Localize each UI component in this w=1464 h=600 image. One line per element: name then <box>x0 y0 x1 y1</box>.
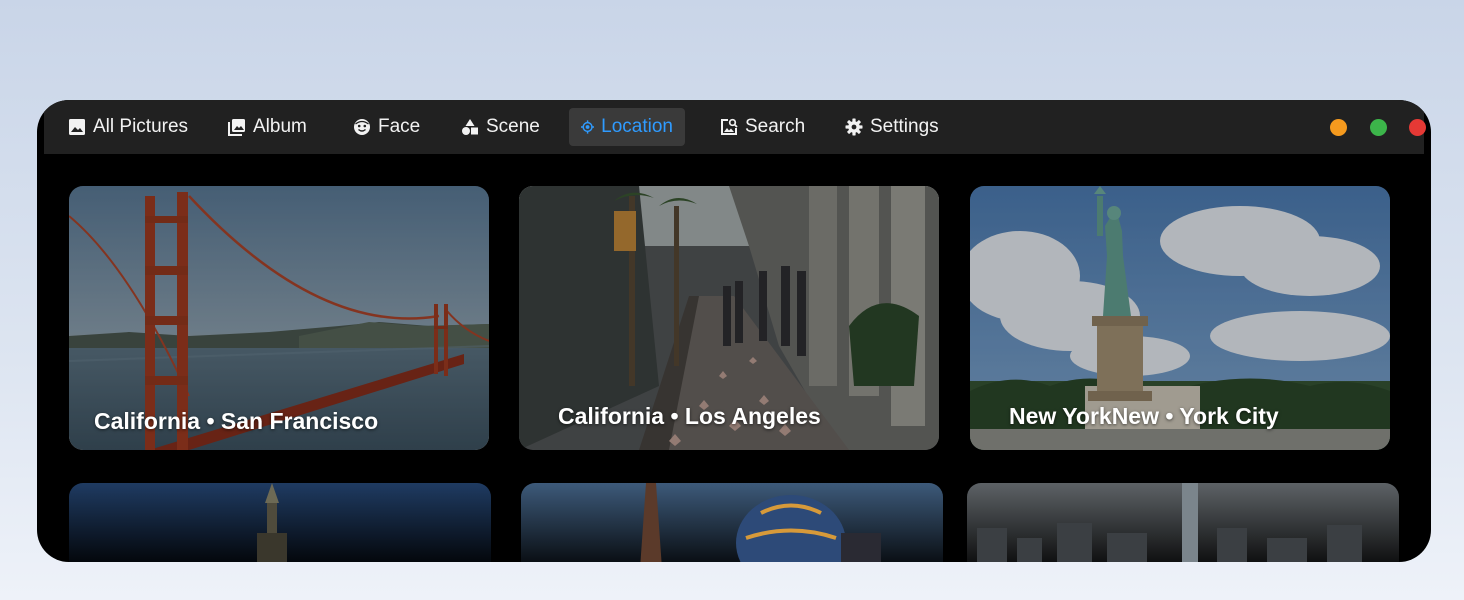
location-card-skyline[interactable] <box>967 483 1399 562</box>
nav-search[interactable]: Search <box>708 108 817 146</box>
location-card-new-york[interactable]: New YorkNew • York City <box>970 186 1390 450</box>
image-icon <box>69 119 85 135</box>
nav-label-scene: Scene <box>486 116 540 137</box>
nav-location[interactable]: Location <box>569 108 685 146</box>
location-card-paris[interactable] <box>521 483 943 562</box>
top-nav-bar: All Pictures Album Face Scene Location S… <box>44 100 1426 154</box>
nav-label-settings: Settings <box>870 116 939 137</box>
nav-label-all-pictures: All Pictures <box>93 116 189 137</box>
nav-label-location: Location <box>601 116 673 137</box>
nav-face[interactable]: Face <box>341 108 432 146</box>
close-button[interactable] <box>1409 119 1426 136</box>
location-caption: California • San Francisco <box>94 408 379 434</box>
location-card-los-angeles[interactable]: California • Los Angeles <box>519 186 939 450</box>
nav-label-face: Face <box>378 116 421 137</box>
nav-label-search: Search <box>745 116 806 137</box>
skyline-photo <box>967 483 1399 562</box>
maximize-button[interactable] <box>1370 119 1387 136</box>
shapes-icon <box>462 119 478 135</box>
location-card-san-francisco[interactable]: California • San Francisco <box>69 186 489 450</box>
app-window: All Pictures Album Face Scene Location S… <box>37 100 1431 562</box>
castle-photo <box>69 483 491 562</box>
location-target-icon <box>581 120 595 134</box>
location-card-castle[interactable] <box>69 483 491 562</box>
album-icon <box>228 119 245 136</box>
location-caption: New YorkNew • York City <box>1009 403 1279 429</box>
gear-icon <box>845 118 863 136</box>
eiffel-balloon-photo <box>521 483 943 562</box>
face-icon <box>354 119 370 135</box>
minimize-button[interactable] <box>1330 119 1347 136</box>
image-search-icon <box>721 118 738 135</box>
nav-label-album: Album <box>253 116 307 137</box>
nav-scene[interactable]: Scene <box>449 108 552 146</box>
nav-all-pictures[interactable]: All Pictures <box>56 108 200 146</box>
nav-album[interactable]: Album <box>216 108 319 146</box>
nav-settings[interactable]: Settings <box>833 108 951 146</box>
location-caption: California • Los Angeles <box>558 403 821 429</box>
